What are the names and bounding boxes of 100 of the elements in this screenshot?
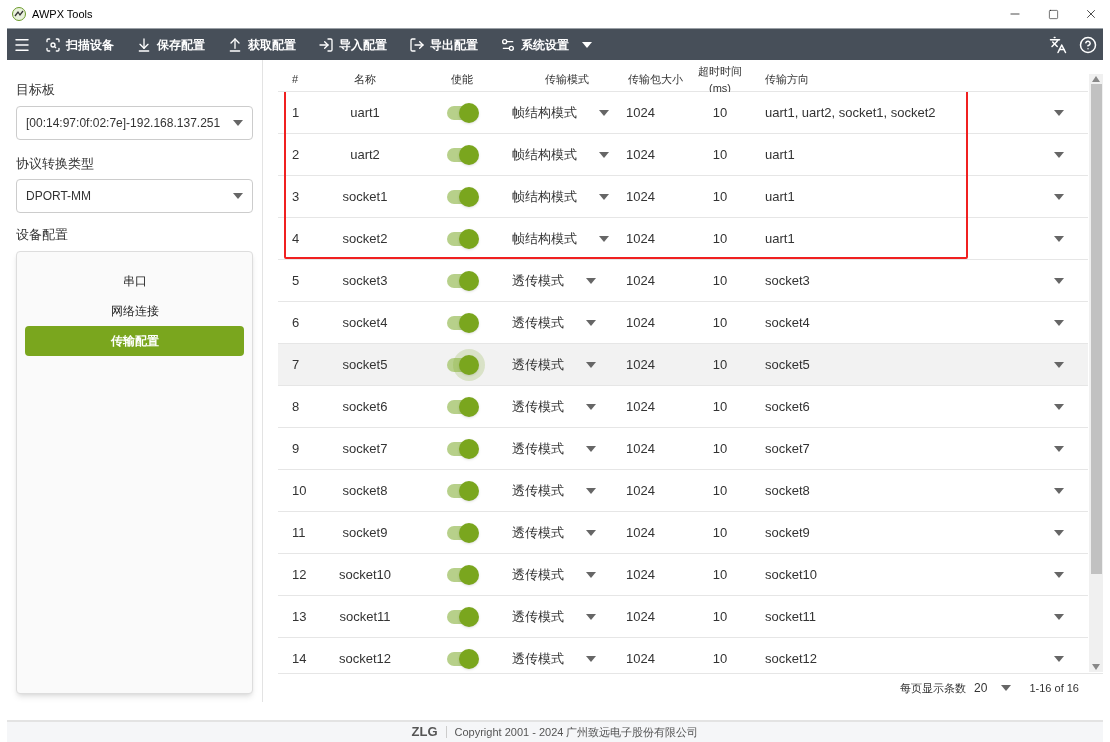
toolbar-button[interactable]: 获取配置 (227, 35, 296, 54)
toggle-switch[interactable] (447, 147, 477, 162)
toolbar-button[interactable]: 扫描设备 (45, 35, 114, 54)
field-label: 协议转换类型 (16, 154, 95, 173)
direction-value: socket11 (765, 607, 817, 626)
toggle-switch[interactable] (447, 189, 477, 204)
toolbar-button[interactable]: 导出配置 (409, 35, 478, 54)
target-board-dropdown[interactable]: [00:14:97:0f:02:7e]-192.168.137.251 (16, 105, 253, 140)
mode-dropdown[interactable]: 透传模式 (512, 354, 596, 375)
row-number: 7 (292, 356, 300, 372)
toolbar-button[interactable]: 系统设置 (500, 35, 592, 54)
timeout-value: 10 (712, 523, 728, 542)
direction-value: socket4 (765, 313, 810, 332)
direction-value: socket7 (765, 439, 810, 458)
channel-name: socket9 (342, 523, 388, 542)
channel-name: socket7 (342, 439, 388, 458)
caret-icon (1054, 403, 1064, 410)
timeout-value: 10 (712, 481, 728, 500)
app-logo-icon (12, 7, 26, 21)
toggle-switch[interactable] (447, 441, 477, 456)
toggle-switch[interactable] (447, 105, 477, 120)
mode-dropdown[interactable]: 透传模式 (512, 648, 596, 669)
mode-dropdown[interactable]: 透传模式 (512, 564, 596, 585)
caret-icon (1054, 319, 1064, 326)
direction-value: uart1, uart2, socket1, socket2 (765, 103, 936, 122)
caret-icon (1054, 445, 1064, 452)
mode-dropdown[interactable]: 帧结构模式 (512, 228, 609, 249)
timeout-value: 10 (712, 565, 728, 584)
config-nav-item[interactable]: 网络连接 (25, 295, 244, 326)
toggle-switch[interactable] (447, 609, 477, 624)
config-nav-item[interactable]: 串口 (25, 265, 244, 296)
row-number: 12 (292, 566, 307, 582)
scroll-down-icon[interactable] (1092, 664, 1100, 670)
maximize-icon (1047, 8, 1059, 20)
timeout-value: 10 (712, 313, 728, 332)
toolbar-button[interactable]: 导入配置 (318, 35, 387, 54)
row-number: 9 (292, 440, 300, 456)
toggle-switch[interactable] (447, 315, 477, 330)
packet-size: 1024 (626, 482, 655, 498)
caret-icon (1001, 685, 1012, 691)
direction-value: socket8 (765, 481, 810, 500)
mode-dropdown[interactable]: 透传模式 (512, 522, 596, 543)
caret-icon (599, 151, 609, 158)
channel-name: socket10 (338, 565, 391, 584)
toggle-switch[interactable] (447, 525, 477, 540)
toggle-switch[interactable] (447, 273, 477, 288)
direction-value: socket10 (765, 565, 818, 584)
row-number: 3 (292, 188, 300, 204)
caret-icon (1054, 277, 1064, 284)
caret-icon (1054, 529, 1064, 536)
mode-dropdown[interactable]: 透传模式 (512, 606, 596, 627)
enter-box-icon (318, 36, 334, 53)
caret-icon (586, 529, 596, 536)
page-size-dropdown[interactable]: 20 (974, 679, 1012, 697)
mode-dropdown[interactable]: 帧结构模式 (512, 144, 609, 165)
scroll-up-icon[interactable] (1092, 76, 1100, 82)
mode-dropdown[interactable]: 透传模式 (512, 270, 596, 291)
caret-icon (582, 41, 592, 48)
caret-icon (1054, 151, 1064, 158)
toggle-switch[interactable] (447, 399, 477, 414)
caret-icon (586, 361, 596, 368)
channel-name: socket12 (338, 649, 391, 668)
toggle-switch[interactable] (447, 483, 477, 498)
caret-icon (586, 445, 596, 452)
mode-dropdown[interactable]: 透传模式 (512, 480, 596, 501)
direction-value: socket6 (765, 397, 810, 416)
toggle-switch[interactable] (447, 231, 477, 246)
channel-name: socket2 (342, 229, 388, 248)
field-label: 目标板 (16, 81, 56, 99)
row-number: 13 (292, 608, 307, 624)
mode-dropdown[interactable]: 透传模式 (512, 312, 596, 333)
channel-name: socket1 (342, 187, 388, 206)
channel-name: socket4 (342, 313, 388, 332)
page-size-label: 每页显示条数 (900, 680, 967, 696)
toggle-switch[interactable] (447, 357, 477, 372)
direction-value: socket3 (765, 271, 810, 290)
mode-dropdown[interactable]: 帧结构模式 (512, 102, 609, 123)
mode-dropdown[interactable]: 透传模式 (512, 396, 596, 417)
mode-dropdown[interactable]: 帧结构模式 (512, 186, 609, 207)
scrollbar[interactable] (1089, 74, 1103, 672)
column-header: # (292, 73, 299, 86)
toggle-switch[interactable] (447, 567, 477, 582)
help-icon[interactable] (1079, 35, 1097, 54)
channel-name: uart2 (350, 145, 380, 164)
caret-icon (1054, 361, 1064, 368)
column-header: 传输方向 (765, 73, 809, 86)
timeout-value: 10 (712, 229, 728, 248)
channel-name: socket11 (339, 607, 391, 626)
toolbar-button[interactable]: 保存配置 (136, 35, 205, 54)
packet-size: 1024 (626, 230, 655, 246)
direction-value: uart1 (765, 145, 795, 164)
protocol-dropdown[interactable]: DPORT-MM (16, 179, 253, 213)
translate-icon[interactable] (1049, 35, 1067, 54)
toggle-switch[interactable] (447, 651, 477, 666)
caret-icon (1054, 235, 1064, 242)
column-header: 传输模式 (545, 73, 589, 86)
packet-size: 1024 (626, 272, 655, 288)
packet-size: 1024 (626, 608, 655, 624)
mode-dropdown[interactable]: 透传模式 (512, 438, 596, 459)
row-number: 11 (292, 524, 306, 540)
